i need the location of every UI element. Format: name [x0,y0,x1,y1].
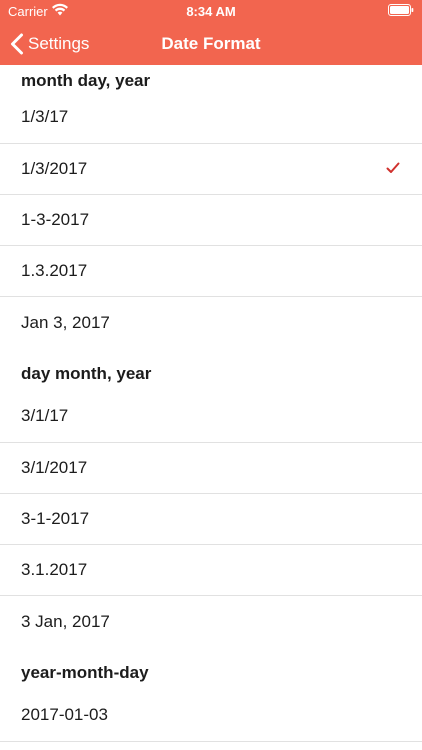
option-row[interactable]: 3/1/2017 [0,443,422,494]
option-row[interactable]: 3-1-2017 [0,494,422,545]
status-time: 8:34 AM [186,4,236,19]
page-title: Date Format [161,34,261,53]
checkmark-icon [386,162,400,173]
option-row[interactable]: 1/3/17 [0,91,422,144]
option-label: 3/1/2017 [21,458,88,477]
option-row[interactable]: 1-3-2017 [0,195,422,246]
option-label: 1/3/2017 [21,159,88,178]
option-label: 3-1-2017 [21,509,90,528]
section-header: year-month-day [21,663,149,682]
date-format-list: month day, year 1/3/17 1/3/2017 1-3-2017… [0,65,422,750]
option-label: 1/3/17 [21,107,69,126]
option-row[interactable]: 2017-01-03 [0,689,422,742]
option-row[interactable]: 3 Jan, 2017 [0,596,422,647]
header: Carrier 8:34 AM Settings Date Format [0,0,422,65]
option-label: 1.3.2017 [21,261,88,280]
option-label: 3.1.2017 [21,560,88,579]
status-bar: Carrier 8:34 AM [0,0,422,22]
section-header: day month, year [21,364,152,383]
section-header: month day, year [21,71,151,90]
option-row[interactable]: 3/1/17 [0,390,422,443]
option-label: 3 Jan, 2017 [21,611,110,631]
nav-bar: Settings Date Format [0,22,422,65]
option-label: Jan 3, 2017 [21,312,110,332]
option-row-selected[interactable]: 1/3/2017 [0,144,422,195]
option-label: 3/1/17 [21,406,69,425]
option-label: 1-3-2017 [21,210,90,229]
option-row[interactable]: 1.3.2017 [0,246,422,297]
option-row[interactable]: 3.1.2017 [0,545,422,596]
option-label: 2017-01-03 [21,705,108,724]
option-row[interactable]: Jan 3, 2017 [0,297,422,348]
battery-icon [388,4,414,16]
